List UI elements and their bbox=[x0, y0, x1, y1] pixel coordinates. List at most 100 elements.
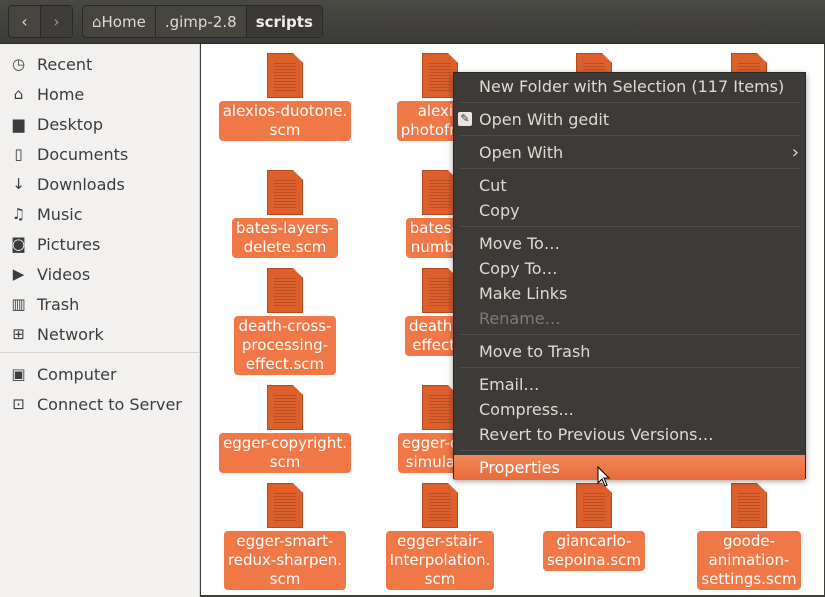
menu-item-label: Rename… bbox=[479, 309, 561, 328]
menu-item-copy-to[interactable]: Copy To… bbox=[454, 256, 805, 281]
menu-item-compress[interactable]: Compress... bbox=[454, 397, 805, 422]
sidebar-item-label: Desktop bbox=[37, 114, 103, 134]
breadcrumb-home[interactable]: ⌂Home bbox=[83, 6, 156, 37]
menu-item-label: New Folder with Selection (117 Items) bbox=[479, 77, 785, 96]
breadcrumb: ⌂Home .gimp-2.8 scripts bbox=[82, 5, 323, 38]
file-label: giancarlo- sepoina.scm bbox=[542, 531, 646, 571]
menu-separator bbox=[459, 168, 800, 169]
text-file-icon bbox=[422, 483, 458, 528]
sidebar-item-label: Recent bbox=[37, 54, 93, 74]
back-button[interactable]: ‹ bbox=[9, 6, 40, 37]
sidebar-item-label: Computer bbox=[37, 364, 117, 384]
menu-item-label: Open With gedit bbox=[479, 110, 610, 129]
text-file-icon bbox=[267, 385, 303, 430]
camera-icon: ◙ bbox=[11, 235, 26, 253]
file-item[interactable]: alexios-duotone. scm bbox=[210, 53, 360, 141]
menu-separator bbox=[459, 226, 800, 227]
file-item[interactable]: egger-stair- Interpolation. scm bbox=[365, 483, 515, 590]
text-file-icon bbox=[267, 483, 303, 528]
gedit-icon: ✎ bbox=[458, 112, 472, 126]
text-file-icon bbox=[267, 170, 303, 215]
menu-item-open-with[interactable]: Open With › bbox=[454, 140, 805, 165]
sidebar-divider bbox=[0, 352, 199, 353]
menu-item-move-to-trash[interactable]: Move to Trash bbox=[454, 339, 805, 364]
file-label: alexios-duotone. scm bbox=[218, 101, 352, 141]
menu-item-label: Cut bbox=[479, 176, 507, 195]
music-icon: ♫ bbox=[11, 205, 26, 223]
menu-item-label: Properties bbox=[479, 458, 560, 477]
breadcrumb-scripts[interactable]: scripts bbox=[246, 6, 322, 37]
menu-separator bbox=[459, 334, 800, 335]
menu-item-new-folder-with-selection-117-items[interactable]: New Folder with Selection (117 Items) bbox=[454, 74, 805, 99]
menu-item-label: Revert to Previous Versions… bbox=[479, 425, 714, 444]
sidebar-item-connect-to-server[interactable]: ⊡ Connect to Server bbox=[0, 389, 199, 419]
file-label: egger-stair- Interpolation. scm bbox=[385, 531, 495, 590]
clock-icon: ◷ bbox=[11, 55, 26, 73]
computer-icon: ▣ bbox=[11, 365, 26, 383]
home-icon: ⌂ bbox=[13, 85, 24, 103]
sidebar-item-pictures[interactable]: ◙ Pictures bbox=[0, 229, 199, 259]
sidebar-item-home[interactable]: ⌂ Home bbox=[0, 79, 199, 109]
sidebar-item-trash[interactable]: ▥ Trash bbox=[0, 289, 199, 319]
menu-separator bbox=[459, 135, 800, 136]
sidebar-item-label: Music bbox=[37, 204, 83, 224]
menu-item-label: Copy To… bbox=[479, 259, 558, 278]
menu-item-properties[interactable]: Properties bbox=[454, 455, 805, 480]
sidebar-item-label: Documents bbox=[37, 144, 129, 164]
file-item[interactable]: goode- animation- settings.scm bbox=[674, 483, 824, 590]
menu-item-label: Move to Trash bbox=[479, 342, 591, 361]
file-item[interactable]: giancarlo- sepoina.scm bbox=[519, 483, 669, 571]
menu-separator bbox=[459, 367, 800, 368]
menu-item-revert-to-previous-versions[interactable]: Revert to Previous Versions… bbox=[454, 422, 805, 447]
sidebar-item-documents[interactable]: ▯ Documents bbox=[0, 139, 199, 169]
text-file-icon bbox=[267, 268, 303, 313]
menu-item-label: Make Links bbox=[479, 284, 568, 303]
menu-item-email[interactable]: Email… bbox=[454, 372, 805, 397]
menu-item-cut[interactable]: Cut bbox=[454, 173, 805, 198]
sidebar-item-label: Downloads bbox=[37, 174, 125, 194]
sidebar-item-network[interactable]: ⊞ Network bbox=[0, 319, 199, 349]
file-item[interactable]: egger-copyright. scm bbox=[210, 385, 360, 473]
file-label: egger-copyright. scm bbox=[219, 433, 351, 473]
file-label: egger-smart- redux-sharpen. scm bbox=[223, 531, 347, 590]
sidebar-item-label: Home bbox=[37, 84, 85, 104]
sidebar-item-videos[interactable]: ▶ Videos bbox=[0, 259, 199, 289]
submenu-arrow-icon: › bbox=[791, 142, 799, 163]
menu-separator bbox=[459, 102, 800, 103]
navigation-buttons: ‹ › bbox=[8, 5, 73, 38]
menu-item-move-to[interactable]: Move To… bbox=[454, 231, 805, 256]
toolbar: ‹ › ⌂Home .gimp-2.8 scripts bbox=[0, 0, 825, 44]
menu-item-label: Compress... bbox=[479, 400, 574, 419]
sidebar-item-label: Videos bbox=[37, 264, 91, 284]
file-label: bates-layers- delete.scm bbox=[232, 218, 338, 258]
menu-item-label: Copy bbox=[479, 201, 520, 220]
forward-button[interactable]: › bbox=[40, 6, 72, 37]
sidebar-item-label: Trash bbox=[37, 294, 80, 314]
text-file-icon bbox=[267, 53, 303, 98]
trash-icon: ▥ bbox=[11, 295, 26, 313]
file-label: goode- animation- settings.scm bbox=[697, 531, 801, 590]
sidebar-item-label: Connect to Server bbox=[37, 394, 182, 414]
sidebar-item-label: Pictures bbox=[37, 234, 101, 254]
context-menu: New Folder with Selection (117 Items) ✎ Op… bbox=[453, 72, 806, 480]
menu-item-make-links[interactable]: Make Links bbox=[454, 281, 805, 306]
file-item[interactable]: egger-smart- redux-sharpen. scm bbox=[210, 483, 360, 590]
menu-item-label: Email… bbox=[479, 375, 540, 394]
folder-icon: ▆ bbox=[12, 115, 25, 133]
sidebar-item-desktop[interactable]: ▆ Desktop bbox=[0, 109, 199, 139]
menu-item-open-with-gedit[interactable]: ✎ Open With gedit bbox=[454, 107, 805, 132]
mouse-cursor-icon bbox=[597, 466, 611, 487]
menu-item-label: Open With bbox=[479, 143, 564, 162]
file-item[interactable]: bates-layers- delete.scm bbox=[210, 170, 360, 258]
menu-item-copy[interactable]: Copy bbox=[454, 198, 805, 223]
text-file-icon bbox=[731, 483, 767, 528]
file-item[interactable]: death-cross- processing- effect.scm bbox=[210, 268, 360, 375]
document-icon: ▯ bbox=[14, 145, 23, 163]
breadcrumb-gimp[interactable]: .gimp-2.8 bbox=[156, 6, 247, 37]
menu-item-label: Move To… bbox=[479, 234, 560, 253]
sidebar-item-computer[interactable]: ▣ Computer bbox=[0, 359, 199, 389]
sidebar-item-downloads[interactable]: ↓ Downloads bbox=[0, 169, 199, 199]
sidebar-item-music[interactable]: ♫ Music bbox=[0, 199, 199, 229]
sidebar-item-recent[interactable]: ◷ Recent bbox=[0, 49, 199, 79]
menu-separator bbox=[459, 450, 800, 451]
